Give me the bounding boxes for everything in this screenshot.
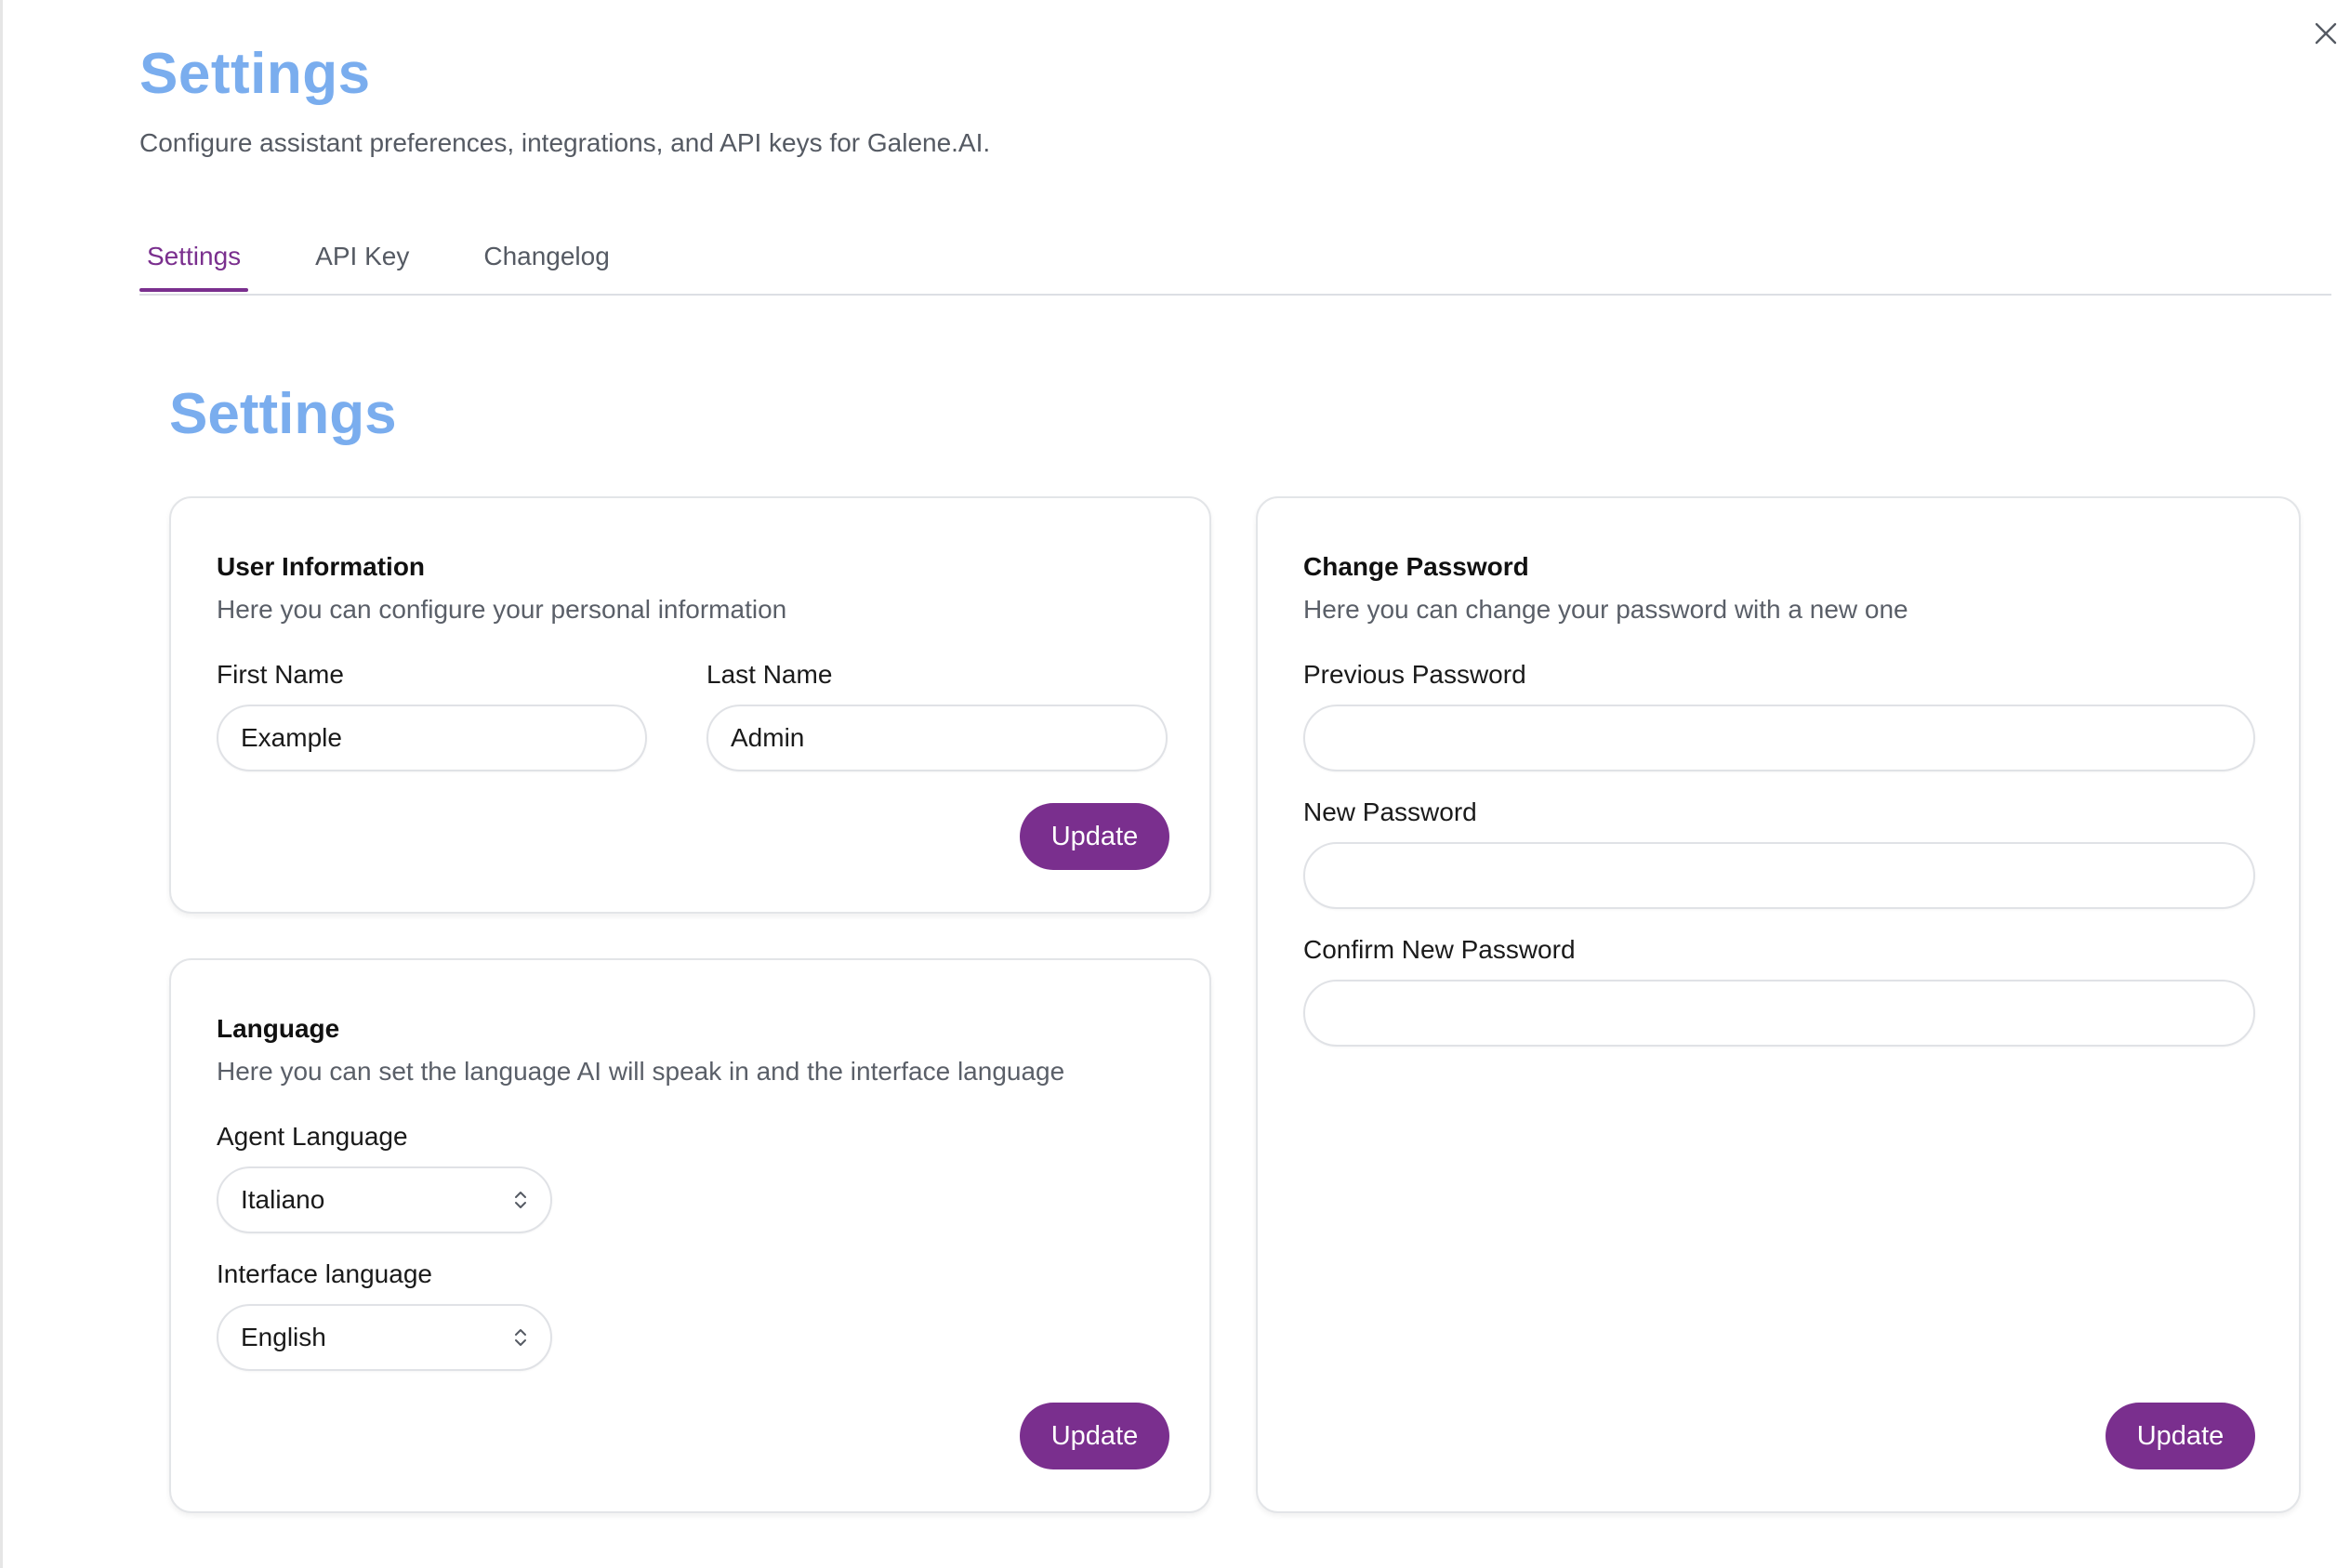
user-information-heading: User Information	[217, 552, 426, 581]
last-name-label: Last Name	[706, 660, 833, 689]
tab-bar: Settings API Key Changelog	[139, 223, 2331, 296]
language-description: Here you can set the language AI will sp…	[217, 1057, 1065, 1086]
new-password-label: New Password	[1303, 797, 1477, 826]
agent-language-select[interactable]: Italiano	[217, 1166, 552, 1233]
previous-password-label: Previous Password	[1303, 660, 1526, 689]
interface-language-select[interactable]: English	[217, 1304, 552, 1371]
update-password-button[interactable]: Update	[2106, 1403, 2255, 1469]
close-icon	[2313, 20, 2339, 46]
user-information-description: Here you can configure your personal inf…	[217, 595, 787, 624]
language-heading: Language	[217, 1014, 340, 1043]
new-password-input[interactable]	[1303, 842, 2255, 909]
tab-settings[interactable]: Settings	[139, 223, 249, 292]
tab-changelog[interactable]: Changelog	[476, 223, 616, 275]
chevron-up-down-icon	[513, 1326, 528, 1349]
page-title: Settings	[139, 42, 371, 106]
language-card: Language Here you can set the language A…	[169, 958, 1211, 1513]
chevron-up-down-icon	[513, 1189, 528, 1211]
user-information-card: User Information Here you can configure …	[169, 496, 1211, 914]
interface-language-value: English	[241, 1323, 326, 1351]
update-user-info-button[interactable]: Update	[1020, 803, 1169, 870]
agent-language-label: Agent Language	[217, 1122, 408, 1151]
first-name-label: First Name	[217, 660, 344, 689]
confirm-password-label: Confirm New Password	[1303, 935, 1576, 964]
change-password-description: Here you can change your password with a…	[1303, 595, 1908, 624]
previous-password-input[interactable]	[1303, 705, 2255, 771]
section-title: Settings	[169, 382, 397, 446]
close-button[interactable]	[2309, 17, 2343, 50]
last-name-input[interactable]	[706, 705, 1168, 771]
page-subtitle: Configure assistant preferences, integra…	[139, 128, 991, 157]
agent-language-value: Italiano	[241, 1185, 325, 1214]
confirm-password-input[interactable]	[1303, 980, 2255, 1047]
change-password-card: Change Password Here you can change your…	[1256, 496, 2301, 1513]
update-language-button[interactable]: Update	[1020, 1403, 1169, 1469]
first-name-input[interactable]	[217, 705, 647, 771]
change-password-heading: Change Password	[1303, 552, 1529, 581]
tab-api-key[interactable]: API Key	[308, 223, 416, 275]
settings-page: Settings Configure assistant preferences…	[0, 0, 2350, 1568]
interface-language-label: Interface language	[217, 1259, 432, 1288]
